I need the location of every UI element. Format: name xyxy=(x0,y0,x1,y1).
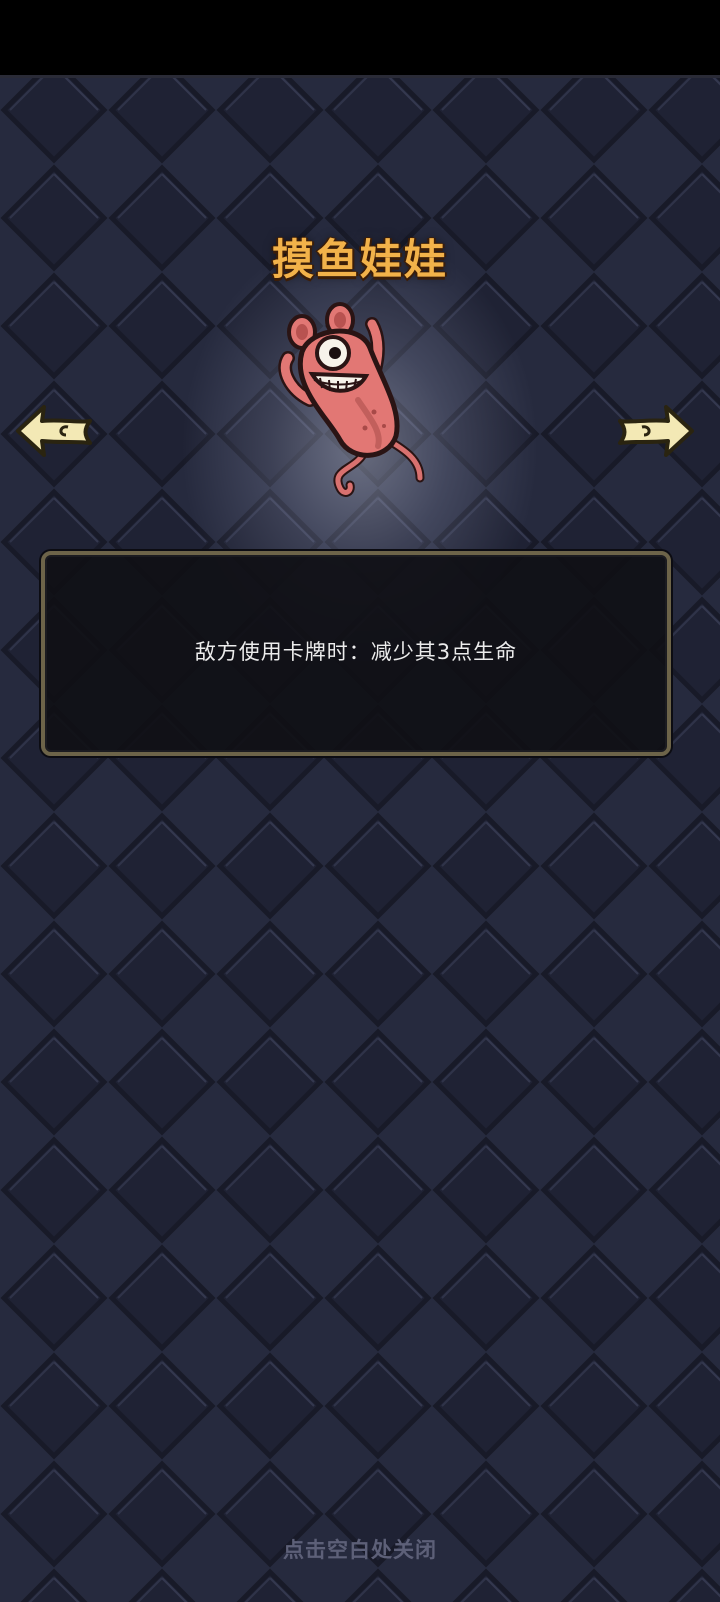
fish-doll-monster-image xyxy=(278,302,425,497)
close-hint[interactable]: 点击空白处关闭 xyxy=(0,1534,720,1564)
card-description-panel: 敌方使用卡牌时：减少其3点生命 xyxy=(41,551,671,756)
card-detail-overlay[interactable]: 摸鱼娃娃 敌方使用卡牌时：减少其3点生命 点击空白处关闭 xyxy=(0,78,720,1602)
arrow-left-icon xyxy=(16,405,92,457)
card-title: 摸鱼娃娃 xyxy=(271,235,448,284)
card-description: 敌方使用卡牌时：减少其3点生命 xyxy=(194,639,518,664)
status-bar xyxy=(0,0,720,78)
next-card-button[interactable] xyxy=(616,401,696,461)
arrow-right-icon xyxy=(618,405,694,457)
prev-card-button[interactable] xyxy=(14,401,94,461)
